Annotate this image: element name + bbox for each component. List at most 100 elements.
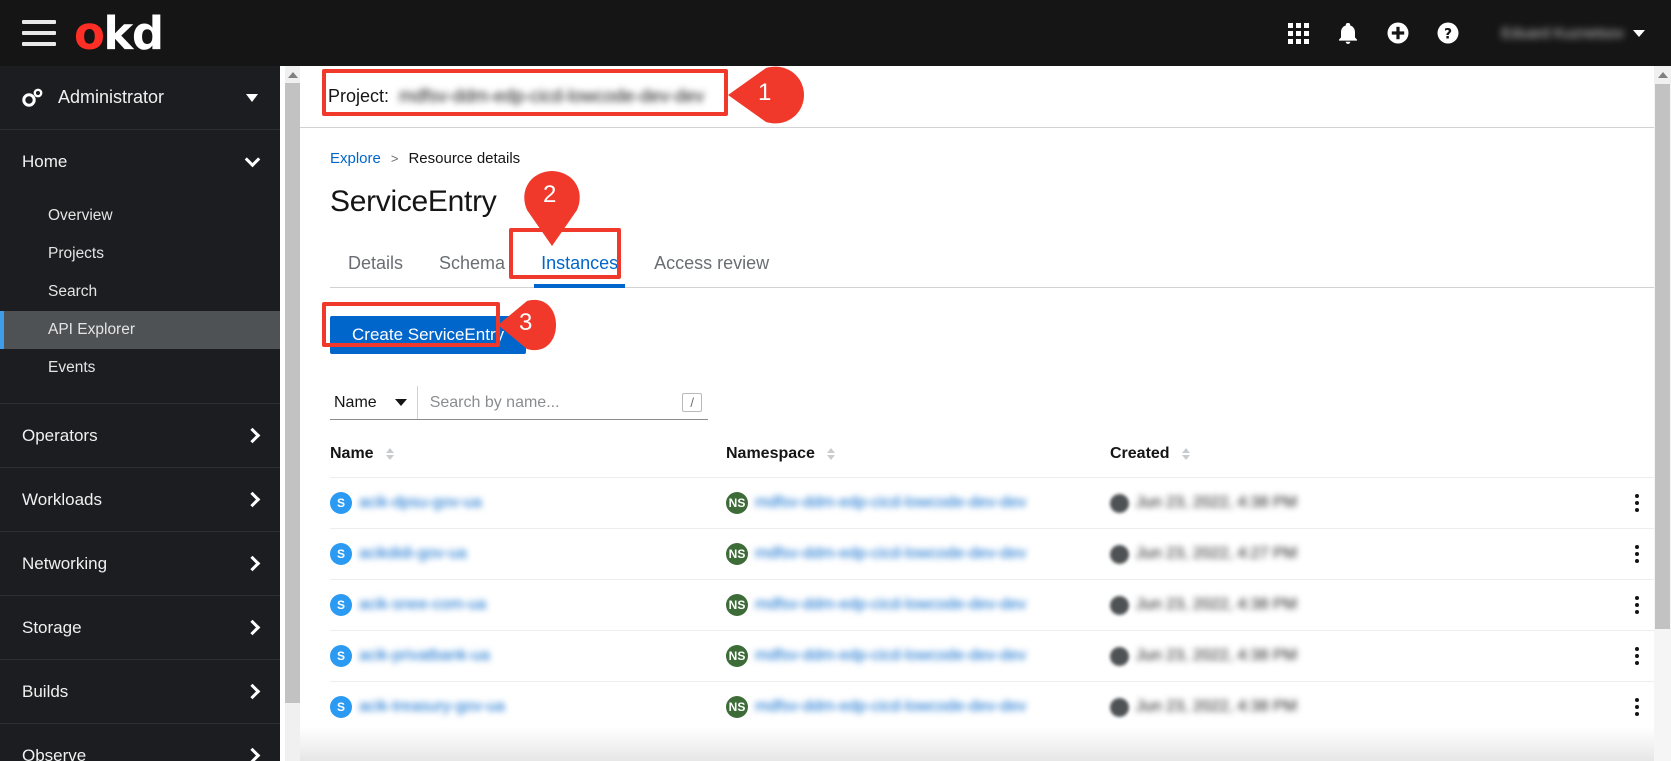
namespace-badge-icon: NS [726,492,748,514]
sidebar-item-label: Projects [48,245,104,262]
project-bar: Project: mdfsv-ddm-edp-cicd-lowcode-dev-… [300,66,1671,128]
column-header-created[interactable]: Created [1110,445,1671,463]
masthead-actions: ? Eduard Kuznetsov [1273,0,1671,66]
filter-attribute-select[interactable]: Name [330,386,418,419]
sidebar-group-operators[interactable]: Operators [0,404,280,467]
hamburger-menu-icon[interactable] [22,20,56,46]
sidebar-group-label: Operators [22,425,98,445]
tab-access-review[interactable]: Access review [636,243,787,287]
resource-name-link[interactable]: acik-snee-com-ua [359,596,486,614]
table-row[interactable]: S acik-snee-com-ua NS mdfsv-ddm-edp-cicd… [330,579,1671,631]
sidebar-scrollbar[interactable] [285,66,300,761]
sidebar-group-label: Networking [22,553,108,573]
kebab-menu-icon[interactable] [1627,540,1647,568]
chevron-down-icon [246,93,258,102]
sidebar-group-networking[interactable]: Networking [0,532,280,595]
sidebar-item-overview[interactable]: Overview [0,197,280,235]
grid-apps-icon[interactable] [1273,0,1323,66]
tab-details[interactable]: Details [330,243,421,287]
kebab-menu-icon[interactable] [1627,489,1647,517]
namespace-link[interactable]: mdfsv-ddm-edp-cicd-lowcode-dev-dev [755,596,1026,614]
breadcrumb-link-explore[interactable]: Explore [330,150,381,167]
sidebar-group-builds[interactable]: Builds [0,660,280,723]
chevron-right-icon [244,619,261,636]
sort-icon[interactable] [826,448,835,460]
tab-label: Access review [654,253,770,273]
table-row[interactable]: S acik-treasury-gov-ua NS mdfsv-ddm-edp-… [330,681,1671,732]
sidebar-scrollbar-thumb[interactable] [285,83,300,703]
masthead: o kd ? Eduard Kuznetsov [0,0,1671,66]
cell-created: Jun 23, 2022, 4:38 PM [1110,697,1671,717]
table-row[interactable]: S acikdidi-gov-ua NS mdfsv-ddm-edp-cicd-… [330,528,1671,580]
search-input[interactable] [429,393,677,412]
sort-icon[interactable] [1181,448,1190,460]
column-header-label: Namespace [726,445,815,462]
breadcrumb-separator-icon: > [390,151,399,166]
sidebar-item-label: API Explorer [48,321,136,338]
main-content: Project: mdfsv-ddm-edp-cicd-lowcode-dev-… [300,66,1671,761]
chevron-right-icon [244,491,261,508]
sidebar-item-label: Events [48,359,96,376]
sidebar-section-home: Home Overview Projects Search API Explor… [0,130,280,404]
scroll-up-arrow-icon[interactable] [285,66,300,83]
user-menu[interactable]: Eduard Kuznetsov [1501,25,1649,42]
sidebar-group-workloads[interactable]: Workloads [0,468,280,531]
kebab-menu-icon[interactable] [1627,642,1647,670]
sidebar-group-label: Storage [22,617,82,637]
plus-circle-icon[interactable] [1373,0,1423,66]
clock-icon [1110,544,1129,564]
question-circle-help-icon[interactable]: ? [1423,0,1473,66]
sidebar-section-workloads: Workloads [0,468,280,532]
tab-schema[interactable]: Schema [421,243,523,287]
sort-icon[interactable] [385,448,394,460]
main-scrollbar[interactable] [1654,66,1671,761]
cell-created: Jun 23, 2022, 4:38 PM [1110,595,1671,615]
main-scrollbar-thumb[interactable] [1655,84,1670,629]
namespace-badge-icon: NS [726,645,748,667]
resource-name-link[interactable]: acik-privatbank-ua [359,647,490,665]
sidebar-group-home[interactable]: Home [0,130,280,193]
cell-name: S acikdidi-gov-ua [330,543,726,565]
sidebar-item-label: Search [48,283,98,300]
bell-notification-icon[interactable] [1323,0,1373,66]
okd-logo[interactable]: o kd [74,11,164,56]
table-row[interactable]: S acik-privatbank-ua NS mdfsv-ddm-edp-ci… [330,630,1671,682]
cell-created: Jun 23, 2022, 4:38 PM [1110,493,1671,513]
created-timestamp: Jun 23, 2022, 4:38 PM [1136,698,1297,715]
namespace-badge-icon: NS [726,543,748,565]
namespace-link[interactable]: mdfsv-ddm-edp-cicd-lowcode-dev-dev [755,545,1026,563]
sidebar-item-projects[interactable]: Projects [0,235,280,273]
perspective-switcher[interactable]: Administrator [0,66,280,130]
sidebar-group-storage[interactable]: Storage [0,596,280,659]
namespace-link[interactable]: mdfsv-ddm-edp-cicd-lowcode-dev-dev [755,698,1026,716]
sidebar-item-events[interactable]: Events [0,349,280,387]
create-serviceentry-button[interactable]: Create ServiceEntry [330,316,527,354]
sidebar-item-search[interactable]: Search [0,273,280,311]
scroll-up-arrow-icon[interactable] [1654,66,1671,84]
namespace-badge-icon: NS [726,594,748,616]
resource-name-link[interactable]: acik-treasury-gov-ua [359,698,505,716]
filter-attribute-label: Name [334,393,377,411]
chevron-right-icon [244,747,261,761]
sidebar-group-observe[interactable]: Observe [0,724,280,761]
sidebar-group-label: Workloads [22,489,102,509]
chevron-right-icon [244,683,261,700]
chevron-right-icon [244,427,261,444]
column-header-name[interactable]: Name [330,445,726,463]
sidebar-item-api-explorer[interactable]: API Explorer [0,311,280,349]
project-value: mdfsv-ddm-edp-cicd-lowcode-dev-dev [399,86,705,106]
namespace-link[interactable]: mdfsv-ddm-edp-cicd-lowcode-dev-dev [755,494,1026,512]
kebab-menu-icon[interactable] [1627,693,1647,721]
tab-label: Instances [541,253,619,273]
resource-name-link[interactable]: acik-dpsu-gov-ua [359,494,482,512]
table-row[interactable]: S acik-dpsu-gov-ua NS mdfsv-ddm-edp-cicd… [330,477,1671,529]
okd-console-window: o kd ? Eduard Kuznetsov Administrator Ho… [0,0,1671,761]
sidebar-group-label: Observe [22,745,87,761]
tab-label: Schema [439,253,506,273]
tab-instances[interactable]: Instances [523,243,636,288]
kebab-menu-icon[interactable] [1627,591,1647,619]
column-header-namespace[interactable]: Namespace [726,445,1110,463]
resource-name-link[interactable]: acikdidi-gov-ua [359,545,467,563]
namespace-link[interactable]: mdfsv-ddm-edp-cicd-lowcode-dev-dev [755,647,1026,665]
project-selector[interactable]: Project: mdfsv-ddm-edp-cicd-lowcode-dev-… [324,80,770,113]
